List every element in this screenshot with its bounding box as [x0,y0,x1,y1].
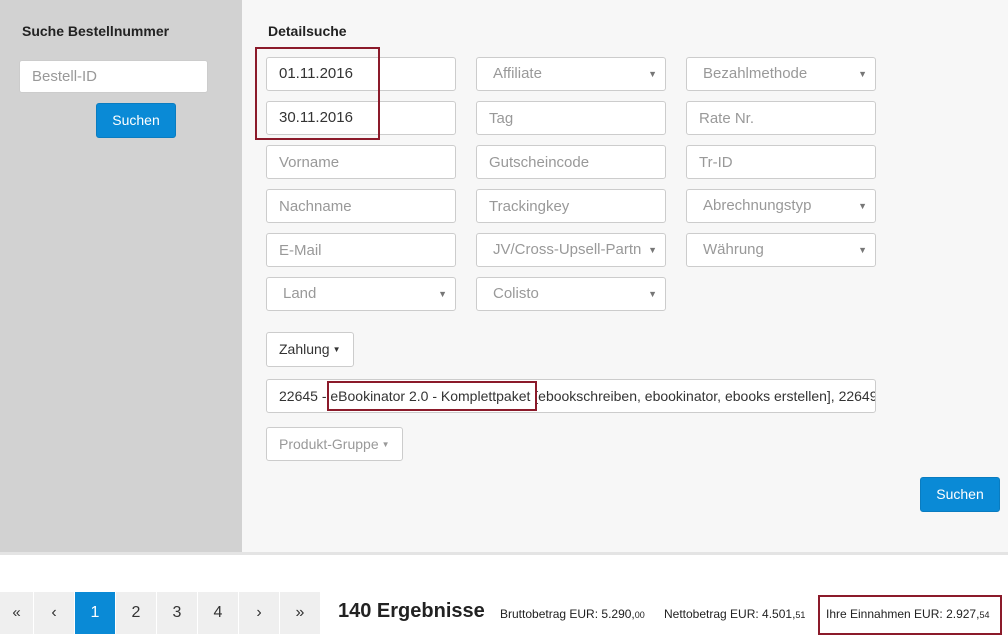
voucher-code-input[interactable] [476,145,666,179]
caret-down-icon: ▼ [648,69,657,79]
caret-down-icon: ▼ [648,289,657,299]
gross-main: 5.290, [601,607,635,621]
affiliate-select-label: Affiliate [493,65,542,82]
pagination: « ‹ 1 2 3 4 › » [0,592,321,634]
first-name-input[interactable] [266,145,456,179]
pagination-page-3[interactable]: 3 [157,592,198,634]
product-group-dropdown-button[interactable]: Produkt-Gruppe ▼ [266,427,403,461]
payment-dropdown-label: Zahlung [279,341,330,357]
caret-down-icon: ▼ [858,69,867,79]
detail-search-heading: Detailsuche [268,23,347,39]
email-input[interactable] [266,233,456,267]
affiliate-select[interactable]: Affiliate ▼ [476,57,666,91]
tag-input[interactable] [476,101,666,135]
payment-dropdown-button[interactable]: Zahlung ▼ [266,332,354,367]
country-select[interactable]: Land ▼ [266,277,456,311]
income-amount: Ihre Einnahmen EUR: 2.927,54 [826,607,989,621]
caret-down-icon: ▼ [332,345,341,355]
gross-label: Bruttobetrag EUR: [500,607,602,621]
caret-down-icon: ▼ [381,440,390,450]
income-label: Ihre Einnahmen EUR: [826,607,947,621]
order-id-input[interactable] [19,60,208,93]
tr-id-input[interactable] [686,145,876,179]
caret-down-icon: ▼ [858,245,867,255]
detail-search-button[interactable]: Suchen [920,477,1000,512]
results-count: 140 Ergebnisse [338,600,485,622]
jv-partner-select-label: JV/Cross-Upsell-Partner [493,241,641,258]
tracking-key-input[interactable] [476,189,666,223]
pagination-page-1[interactable]: 1 [75,592,116,634]
colisto-select[interactable]: Colisto ▼ [476,277,666,311]
net-main: 4.501, [762,607,796,621]
income-cents: 54 [979,610,990,620]
pagination-prev[interactable]: ‹ [34,592,75,634]
pagination-next[interactable]: › [239,592,280,634]
pagination-page-2[interactable]: 2 [116,592,157,634]
rate-nr-input[interactable] [686,101,876,135]
currency-select[interactable]: Währung ▼ [686,233,876,267]
payment-method-select-label: Bezahlmethode [703,65,808,82]
gross-cents: 00 [634,610,645,620]
net-label: Nettobetrag EUR: [664,607,763,621]
caret-down-icon: ▼ [858,201,867,211]
date-from-input[interactable]: 01.11.2016 [266,57,456,91]
order-search-heading: Suche Bestellnummer [22,23,170,39]
last-name-input[interactable] [266,189,456,223]
billing-type-select[interactable]: Abrechnungstyp ▼ [686,189,876,223]
gross-amount: Bruttobetrag EUR: 5.290,00 [500,607,645,621]
currency-select-label: Währung [703,241,764,258]
payment-method-select[interactable]: Bezahlmethode ▼ [686,57,876,91]
caret-down-icon: ▼ [648,245,657,255]
country-select-label: Land [283,285,317,302]
product-group-dropdown-label: Produkt-Gruppe [279,436,379,452]
jv-partner-select[interactable]: JV/Cross-Upsell-Partner ▼ [476,233,666,267]
pagination-last[interactable]: » [280,592,321,634]
pagination-page-4[interactable]: 4 [198,592,239,634]
section-divider [0,552,1008,555]
net-amount: Nettobetrag EUR: 4.501,51 [664,607,805,621]
billing-type-select-label: Abrechnungstyp [703,197,812,214]
date-to-input[interactable]: 30.11.2016 [266,101,456,135]
net-cents: 51 [795,610,806,620]
caret-down-icon: ▼ [438,289,447,299]
order-search-button[interactable]: Suchen [96,103,176,138]
colisto-select-label: Colisto [493,285,539,302]
income-main: 2.927, [946,607,980,621]
pagination-first[interactable]: « [0,592,34,634]
product-select-field[interactable]: 22645 - eBookinator 2.0 - Komplettpaket … [266,379,876,413]
